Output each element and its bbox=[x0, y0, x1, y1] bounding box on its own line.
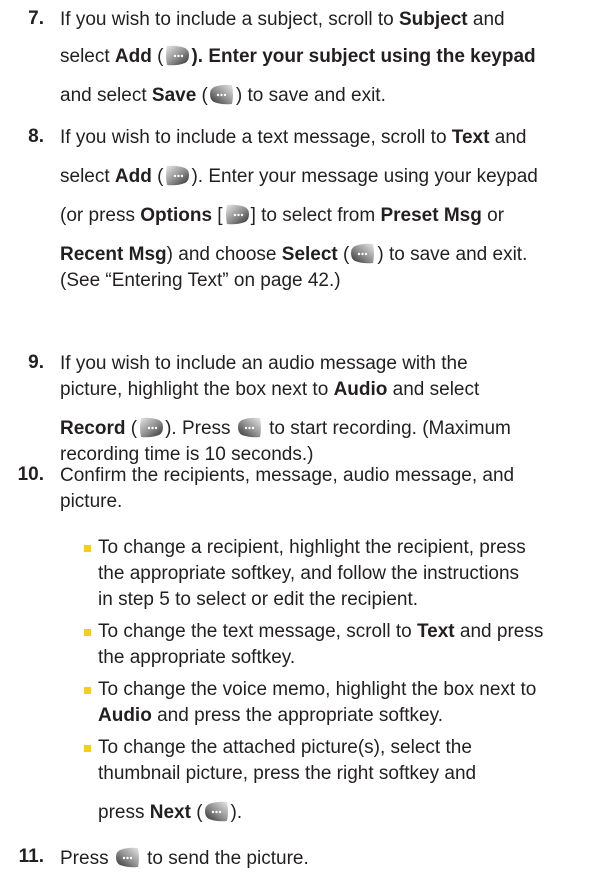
bullet-marker bbox=[84, 687, 91, 694]
text-line: If you wish to include an audio message … bbox=[60, 353, 468, 374]
left-softkey-icon bbox=[204, 800, 230, 822]
text-line: the appropriate softkey, and follow the … bbox=[98, 563, 520, 584]
text-line: To change a recipient, highlight the rec… bbox=[98, 537, 526, 558]
text-line: Record (). Press to start recording. (Ma… bbox=[60, 416, 511, 439]
text-line: If you wish to include a subject, scroll… bbox=[60, 9, 505, 30]
left-softkey-icon bbox=[350, 242, 376, 264]
step-number: 7. bbox=[28, 8, 44, 29]
text-line: select Add (). Enter your message using … bbox=[60, 164, 538, 187]
left-softkey-icon bbox=[209, 83, 235, 105]
text-line: select Add (). Enter your subject using … bbox=[60, 44, 536, 67]
text-line: press Next (). bbox=[98, 800, 243, 823]
bullet-marker bbox=[84, 545, 91, 552]
step-number: 11. bbox=[18, 846, 44, 867]
step-text: Press to send the picture. bbox=[60, 846, 578, 871]
right-softkey-icon bbox=[164, 164, 190, 186]
bullet-text: To change the attached picture(s), selec… bbox=[98, 736, 476, 825]
text-line: and select Save () to save and exit. bbox=[60, 83, 386, 106]
manual-page: 7. If you wish to include a subject, scr… bbox=[0, 0, 598, 882]
bullet-text: To change the text message, scroll to Te… bbox=[98, 620, 543, 670]
text-line: To change the voice memo, highlight the … bbox=[98, 679, 537, 700]
text-line: Press to send the picture. bbox=[60, 846, 309, 869]
text-line: To change the text message, scroll to Te… bbox=[98, 621, 544, 642]
text-line: Confirm the recipients, message, audio m… bbox=[60, 465, 515, 486]
text-line: picture. bbox=[60, 491, 123, 512]
step-text: Confirm the recipients, message, audio m… bbox=[60, 464, 578, 514]
bullet-marker bbox=[84, 629, 91, 636]
text-line: (See “Entering Text” on page 42.) bbox=[60, 270, 341, 291]
right-softkey-icon bbox=[224, 203, 250, 225]
text-line: in step 5 to select or edit the recipien… bbox=[98, 589, 419, 610]
left-softkey-icon bbox=[115, 846, 141, 868]
text-line: To change the attached picture(s), selec… bbox=[98, 737, 472, 758]
step-number: 8. bbox=[28, 126, 44, 147]
text-line: If you wish to include a text message, s… bbox=[60, 127, 527, 148]
step-text: If you wish to include an audio message … bbox=[60, 352, 578, 467]
left-softkey-icon bbox=[237, 416, 263, 438]
bullet-marker bbox=[84, 745, 91, 752]
text-line: the appropriate softkey. bbox=[98, 647, 296, 668]
step-text: If you wish to include a text message, s… bbox=[60, 126, 578, 293]
text-line: Audio and press the appropriate softkey. bbox=[98, 705, 443, 726]
bullet-text: To change a recipient, highlight the rec… bbox=[98, 536, 526, 612]
text-line: thumbnail picture, press the right softk… bbox=[98, 763, 477, 784]
step-text: If you wish to include a subject, scroll… bbox=[60, 8, 578, 108]
right-softkey-icon bbox=[138, 416, 164, 438]
text-line: Recent Msg) and choose Select () to save… bbox=[60, 242, 528, 265]
bullet-text: To change the voice memo, highlight the … bbox=[98, 678, 536, 728]
text-line: picture, highlight the box next to Audio… bbox=[60, 379, 480, 400]
text-line: (or press Options [] to select from Pres… bbox=[60, 203, 505, 226]
step-number: 9. bbox=[28, 352, 44, 373]
step-number: 10. bbox=[17, 464, 44, 485]
right-softkey-icon bbox=[164, 44, 190, 66]
